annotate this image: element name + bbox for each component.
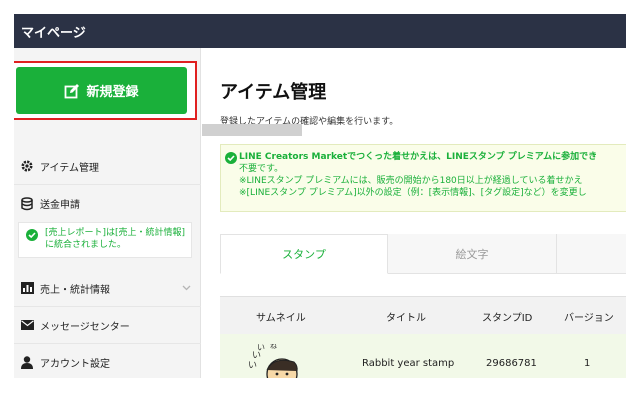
row-stamp-id: 29686781 (486, 358, 537, 369)
redaction-bar (202, 124, 302, 136)
svg-text:い: い (257, 344, 265, 352)
sidebar-item-label: アカウント設定 (40, 358, 110, 370)
app-frame: マイページ 新規登録 アイテム管理 送金申請 [売上レポート]は[売上・統計情報… (14, 14, 626, 378)
sidebar-item-remittance[interactable]: 送金申請 (14, 185, 201, 222)
sidebar-item-label: メッセージセンター (40, 321, 130, 333)
check-circle-icon (225, 152, 237, 168)
sidebar-item-label: アイテム管理 (40, 162, 99, 174)
header-title: マイページ (21, 26, 86, 41)
tab-stamps[interactable]: スタンプ (220, 234, 388, 274)
column-header-title: タイトル (386, 313, 426, 324)
stamp-thumbnail-image: い い い ね (248, 344, 298, 378)
tab-label: 絵文字 (455, 248, 489, 261)
table-header: サムネイル タイトル スタンプID バージョン (220, 296, 626, 334)
top-header: マイページ (14, 14, 626, 48)
user-icon (19, 354, 35, 370)
sidebar: 新規登録 アイテム管理 送金申請 [売上レポート]は[売上・統計情報]に統合され… (14, 48, 201, 378)
row-title: Rabbit year stamp (362, 358, 455, 369)
table-row[interactable]: い い い ね Rabbit year stamp 29686781 1 (220, 334, 626, 378)
gear-icon (19, 158, 35, 174)
tab-label: スタンプ (282, 248, 326, 261)
svg-text:い: い (252, 351, 261, 361)
tab-themes[interactable]: 着 (556, 234, 626, 274)
tab-emoji[interactable]: 絵文字 (388, 234, 556, 274)
alert-line: LINE Creators Marketでつくった着せかえは、LINEスタンプ … (239, 152, 598, 162)
alert-line: ※LINEスタンプ プレミアムには、販売の開始から180日以上が経過している着せ… (239, 176, 583, 186)
edit-icon (65, 83, 80, 98)
check-circle-icon (26, 229, 38, 245)
item-type-tabs: スタンプ 絵文字 着 (220, 234, 626, 274)
new-registration-button[interactable]: 新規登録 (16, 67, 187, 114)
column-header-version: バージョン (564, 313, 614, 324)
premium-alert: LINE Creators Marketでつくった着せかえは、LINEスタンプ … (220, 144, 626, 212)
main-content: アイテム管理 登録したアイテムの確認や編集を行います。 LINE Creator… (202, 48, 626, 378)
alert-line: 不要です。 (239, 164, 284, 174)
column-header-thumbnail: サムネイル (256, 313, 306, 324)
sales-report-notice: [売上レポート]は[売上・統計情報]に統合されました。 (18, 222, 192, 258)
sidebar-item-account-settings[interactable]: アカウント設定 (14, 344, 201, 378)
new-registration-label: 新規登録 (86, 85, 139, 100)
column-header-stamp-id: スタンプID (482, 313, 533, 324)
sidebar-item-label: 送金申請 (40, 200, 80, 211)
svg-text:い: い (248, 361, 257, 371)
sidebar-item-sales-stats[interactable]: 売上・統計情報 (14, 270, 201, 307)
alert-line: ※[LINEスタンプ プレミアム]以外の設定（例：[表示情報]、[タグ設定]など… (239, 188, 587, 198)
bar-chart-icon (19, 280, 35, 296)
envelope-icon (19, 317, 35, 333)
sidebar-item-item-management[interactable]: アイテム管理 (14, 148, 201, 185)
new-button-highlight: 新規登録 (14, 61, 197, 120)
sidebar-item-label: 売上・統計情報 (40, 284, 110, 296)
sidebar-item-message-center[interactable]: メッセージセンター (14, 307, 201, 344)
chevron-down-icon (182, 283, 191, 294)
database-icon (19, 196, 35, 212)
row-version: 1 (584, 358, 591, 369)
page-title: アイテム管理 (220, 82, 327, 103)
svg-text:ね: ね (270, 344, 277, 350)
notice-text: [売上レポート]は[売上・統計情報]に統合されました。 (45, 228, 186, 250)
